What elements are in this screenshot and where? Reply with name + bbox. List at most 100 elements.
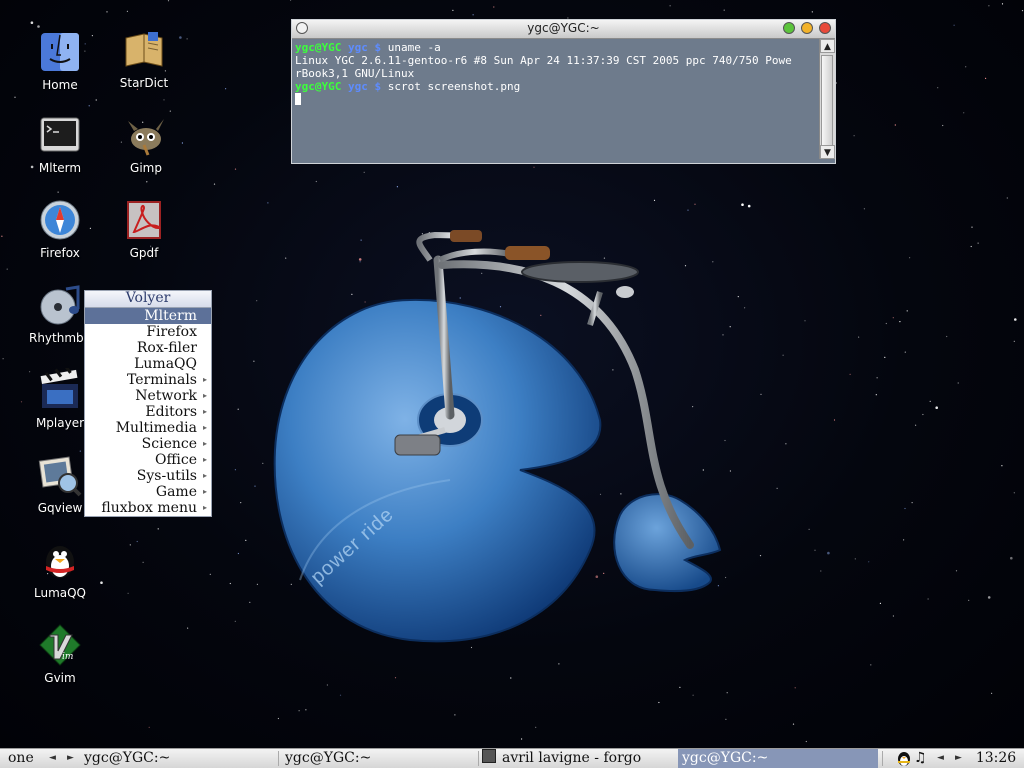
- qq-penguin-icon[interactable]: [896, 749, 912, 768]
- terminal-line: rBook3,1 GNU/Linux: [295, 67, 415, 80]
- star: [290, 0, 292, 1]
- next-window-arrow[interactable]: ►: [955, 749, 962, 768]
- music-window-icon: [482, 749, 496, 763]
- star: [653, 199, 656, 201]
- menu-title: Volyer: [85, 291, 211, 308]
- star: [909, 257, 911, 259]
- menu-item-mlterm[interactable]: Mlterm: [85, 308, 211, 324]
- star: [747, 204, 751, 208]
- menu-item-office[interactable]: Office ▸: [85, 452, 211, 468]
- terminal-scrollbar[interactable]: ▲ ▼: [819, 39, 835, 159]
- menu-item-network[interactable]: Network ▸: [85, 388, 211, 404]
- star: [277, 717, 279, 720]
- workspace-name[interactable]: one: [8, 749, 34, 768]
- star: [1001, 3, 1004, 5]
- star: [558, 663, 560, 665]
- submenu-arrow-icon: ▸: [202, 375, 207, 384]
- star: [267, 202, 269, 204]
- next-workspace-arrow[interactable]: ►: [67, 749, 74, 768]
- taskbar-separator: [478, 751, 479, 766]
- menu-item-editors[interactable]: Editors ▸: [85, 404, 211, 420]
- star: [30, 21, 34, 25]
- taskbar-separator: [278, 751, 279, 766]
- star: [808, 528, 810, 531]
- star: [157, 528, 159, 530]
- star: [963, 112, 965, 114]
- star: [782, 354, 784, 356]
- close-button[interactable]: [819, 22, 831, 34]
- scroll-thumb[interactable]: [821, 55, 833, 155]
- terminal-titlebar[interactable]: ygc@YGC:~: [292, 20, 835, 39]
- star: [234, 620, 236, 622]
- star: [759, 555, 762, 557]
- desktop-icon-gvim[interactable]: im Gvim: [22, 623, 98, 685]
- star: [454, 714, 456, 716]
- menu-item-lumaqq[interactable]: LumaQQ: [85, 356, 211, 372]
- music-note-icon[interactable]: ♫: [914, 749, 928, 768]
- star: [363, 171, 365, 173]
- minimize-button[interactable]: [801, 22, 813, 34]
- desktop-icon-home[interactable]: Home: [22, 30, 98, 92]
- menu-item-firefox[interactable]: Firefox: [85, 324, 211, 340]
- finder-home-icon: [41, 33, 79, 71]
- star: [820, 570, 822, 572]
- terminal-output[interactable]: ygc@YGC ygc $ uname -a Linux YGC 2.6.11-g…: [293, 40, 819, 159]
- star: [915, 424, 917, 426]
- star: [977, 242, 979, 244]
- desktop-icon-firefox[interactable]: Firefox: [22, 198, 98, 260]
- star: [858, 336, 860, 338]
- star: [904, 507, 906, 510]
- desktop-icon-gpdf[interactable]: Gpdf: [106, 198, 182, 260]
- menu-item-label: Multimedia: [115, 420, 197, 436]
- star: [245, 539, 247, 542]
- star: [692, 694, 694, 696]
- star: [298, 710, 300, 712]
- star: [1001, 465, 1003, 467]
- maximize-button[interactable]: [783, 22, 795, 34]
- task-button-music[interactable]: avril lavigne - forgo: [482, 749, 674, 768]
- star: [186, 38, 188, 40]
- submenu-arrow-icon: ▸: [202, 391, 207, 400]
- desktop-icon-label: LumaQQ: [33, 586, 86, 600]
- menu-item-sys-utils[interactable]: Sys-utils ▸: [85, 468, 211, 484]
- star: [879, 602, 882, 605]
- star: [163, 99, 165, 101]
- star: [254, 485, 256, 487]
- star: [935, 406, 938, 410]
- menu-item-rox-filer[interactable]: Rox-filer: [85, 340, 211, 356]
- star: [971, 226, 973, 228]
- menu-item-terminals[interactable]: Terminals ▸: [85, 372, 211, 388]
- star: [833, 419, 836, 421]
- star: [533, 166, 535, 168]
- menu-item-game[interactable]: Game ▸: [85, 484, 211, 500]
- prev-workspace-arrow[interactable]: ◄: [49, 749, 56, 768]
- star: [510, 677, 512, 679]
- star: [6, 268, 8, 270]
- star: [957, 382, 959, 384]
- star: [946, 335, 948, 338]
- star: [1013, 492, 1015, 494]
- task-button[interactable]: ygc@YGC:~: [84, 749, 264, 768]
- star: [213, 183, 216, 185]
- menu-item-science[interactable]: Science ▸: [85, 436, 211, 452]
- menu-item-fluxbox-menu[interactable]: fluxbox menu ▸: [85, 500, 211, 516]
- scroll-down-arrow[interactable]: ▼: [820, 145, 835, 159]
- star: [79, 450, 81, 452]
- star: [985, 77, 987, 79]
- task-button[interactable]: ygc@YGC:~: [285, 749, 475, 768]
- desktop-icon-stardict[interactable]: StarDict: [106, 28, 182, 90]
- desktop-icon-lumaqq[interactable]: LumaQQ: [22, 538, 98, 600]
- task-button-active[interactable]: ygc@YGC:~: [678, 749, 878, 768]
- star: [1010, 556, 1013, 560]
- desktop-icon-mlterm[interactable]: Mlterm: [22, 113, 98, 175]
- star: [127, 592, 129, 594]
- scroll-up-arrow[interactable]: ▲: [820, 39, 835, 53]
- big-wheel: [273, 298, 602, 643]
- desktop-icon-gimp[interactable]: Gimp: [108, 113, 184, 175]
- root-menu[interactable]: Volyer Mlterm Firefox Rox-filer LumaQQ Termi…: [84, 290, 212, 517]
- menu-item-label: Science: [141, 436, 197, 452]
- taskbar[interactable]: one ◄ ► ygc@YGC:~ ygc@YGC:~ avril lavign…: [0, 748, 1024, 768]
- terminal-window[interactable]: ygc@YGC:~ ygc@YGC ygc $ uname -a Linux YG…: [291, 19, 836, 164]
- prev-window-arrow[interactable]: ◄: [937, 749, 944, 768]
- menu-item-multimedia[interactable]: Multimedia ▸: [85, 420, 211, 436]
